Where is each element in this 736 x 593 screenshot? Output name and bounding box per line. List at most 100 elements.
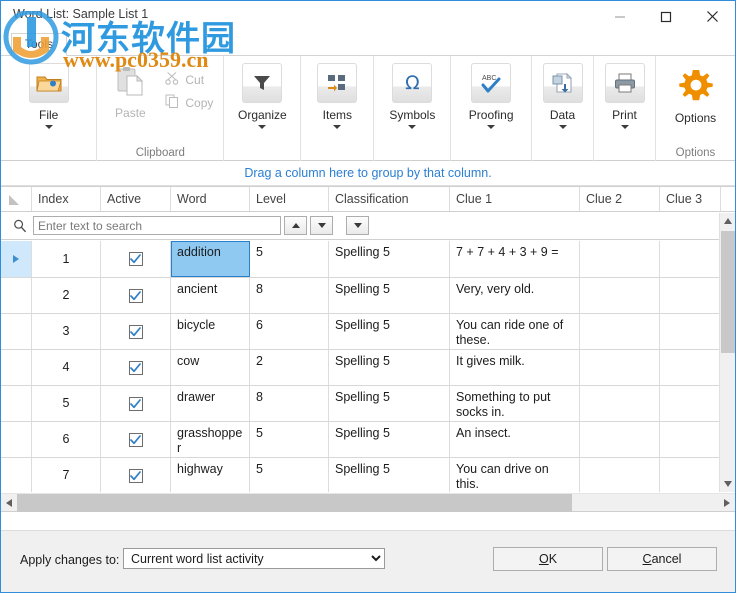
cell-word[interactable]: addition xyxy=(171,241,250,277)
cell-active-checkbox[interactable] xyxy=(101,241,171,277)
row-indicator-cell[interactable] xyxy=(1,314,32,349)
search-next-button[interactable] xyxy=(310,216,333,235)
column-header-classification[interactable]: Classification xyxy=(329,187,450,211)
row-indicator-cell[interactable] xyxy=(1,422,32,457)
cell-clue2[interactable] xyxy=(580,458,660,492)
checkbox-icon[interactable] xyxy=(128,468,143,483)
chevron-down-icon[interactable] xyxy=(258,125,267,129)
proofing-button[interactable]: ABC Proofing xyxy=(457,56,525,161)
cell-active-checkbox[interactable] xyxy=(101,422,171,457)
cell-clue3[interactable] xyxy=(660,386,721,421)
vertical-scrollbar-thumb[interactable] xyxy=(721,231,735,353)
cell-level[interactable]: 8 xyxy=(250,386,329,421)
cell-clue2[interactable] xyxy=(580,422,660,457)
cell-level[interactable]: 5 xyxy=(250,241,329,277)
cell-clue3[interactable] xyxy=(660,241,721,277)
horizontal-scrollbar-thumb[interactable] xyxy=(17,493,572,512)
checkbox-icon[interactable] xyxy=(128,288,143,303)
column-header-index[interactable]: Index xyxy=(32,187,101,211)
table-row[interactable]: 4 cow 2 Spelling 5 It gives milk. xyxy=(1,350,735,386)
cell-clue3[interactable] xyxy=(660,350,721,385)
data-button[interactable]: Data xyxy=(534,56,591,161)
cell-clue2[interactable] xyxy=(580,314,660,349)
scroll-down-button[interactable] xyxy=(720,476,735,492)
cell-clue1[interactable]: You can drive on this. xyxy=(450,458,580,492)
cell-word[interactable]: highway xyxy=(171,458,250,492)
table-row[interactable]: 1 addition 5 Spelling 57 + 7 + 4 + 3 + 9 = xyxy=(1,241,735,278)
row-indicator-cell[interactable] xyxy=(1,278,32,313)
row-indicator-cell[interactable] xyxy=(1,350,32,385)
cell-clue2[interactable] xyxy=(580,350,660,385)
grid-horizontal-scrollbar[interactable] xyxy=(1,493,735,512)
cell-level[interactable]: 6 xyxy=(250,314,329,349)
column-header-clue3[interactable]: Clue 3 xyxy=(660,187,721,211)
cell-clue2[interactable] xyxy=(580,278,660,313)
cell-clue3[interactable] xyxy=(660,458,721,492)
cell-index[interactable]: 1 xyxy=(32,241,101,277)
cell-index[interactable]: 7 xyxy=(32,458,101,492)
cut-button[interactable]: Cut xyxy=(161,68,221,91)
cell-index[interactable]: 3 xyxy=(32,314,101,349)
chevron-down-icon[interactable] xyxy=(620,125,629,129)
column-header-clue2[interactable]: Clue 2 xyxy=(580,187,660,211)
checkbox-icon[interactable] xyxy=(128,396,143,411)
cell-word[interactable]: cow xyxy=(171,350,250,385)
close-icon[interactable] xyxy=(689,1,735,32)
table-row[interactable]: 7 highway 5 Spelling 5 You can drive on this… xyxy=(1,458,735,492)
cell-active-checkbox[interactable] xyxy=(101,386,171,421)
tab-tools[interactable]: Tools xyxy=(11,33,68,56)
cancel-button[interactable]: Cancel xyxy=(607,547,717,571)
cell-clue1[interactable]: 7 + 7 + 4 + 3 + 9 = xyxy=(450,241,580,277)
cell-clue2[interactable] xyxy=(580,386,660,421)
row-indicator-cell[interactable] xyxy=(1,241,32,277)
cell-index[interactable]: 6 xyxy=(32,422,101,457)
grid-vertical-scrollbar[interactable] xyxy=(719,213,735,492)
cell-active-checkbox[interactable] xyxy=(101,458,171,492)
checkbox-icon[interactable] xyxy=(128,360,143,375)
cell-index[interactable]: 4 xyxy=(32,350,101,385)
checkbox-icon[interactable] xyxy=(128,324,143,339)
row-indicator-cell[interactable] xyxy=(1,458,32,492)
chevron-down-icon[interactable] xyxy=(558,125,567,129)
scroll-right-button[interactable] xyxy=(719,498,735,507)
chevron-down-icon[interactable] xyxy=(44,125,53,129)
cell-active-checkbox[interactable] xyxy=(101,350,171,385)
cell-active-checkbox[interactable] xyxy=(101,278,171,313)
cell-clue1[interactable]: Something to put socks in. xyxy=(450,386,580,421)
cell-clue2[interactable] xyxy=(580,241,660,277)
cell-classification[interactable]: Spelling 5 xyxy=(329,314,450,349)
column-header-word[interactable]: Word xyxy=(171,187,250,211)
symbols-button[interactable]: Ω Symbols xyxy=(378,56,446,161)
organize-button[interactable]: Organize xyxy=(228,56,296,161)
column-header-active[interactable]: Active xyxy=(101,187,171,211)
cell-classification[interactable]: Spelling 5 xyxy=(329,458,450,492)
cell-classification[interactable]: Spelling 5 xyxy=(329,422,450,457)
column-header-clue1[interactable]: Clue 1 xyxy=(450,187,580,211)
cell-clue3[interactable] xyxy=(660,278,721,313)
cell-level[interactable]: 8 xyxy=(250,278,329,313)
checkbox-icon[interactable] xyxy=(128,252,143,266)
column-header-level[interactable]: Level xyxy=(250,187,329,211)
cell-clue1[interactable]: An insect. xyxy=(450,422,580,457)
search-previous-button[interactable] xyxy=(284,216,307,235)
grid-corner-cell[interactable] xyxy=(1,187,32,211)
cell-word[interactable]: grasshopper xyxy=(171,422,250,457)
group-by-panel[interactable]: Drag a column here to group by that colu… xyxy=(1,161,735,186)
cell-clue1[interactable]: Very, very old. xyxy=(450,278,580,313)
minimize-icon[interactable] xyxy=(597,1,643,32)
items-button[interactable]: Items xyxy=(303,56,371,161)
cell-clue3[interactable] xyxy=(660,422,721,457)
cell-classification[interactable]: Spelling 5 xyxy=(329,386,450,421)
cell-active-checkbox[interactable] xyxy=(101,314,171,349)
ok-button[interactable]: OK xyxy=(493,547,603,571)
table-row[interactable]: 6 grasshopper 5 Spelling 5 An insect. xyxy=(1,422,735,458)
table-row[interactable]: 2 ancient 8 Spelling 5 Very, very old. xyxy=(1,278,735,314)
cell-level[interactable]: 2 xyxy=(250,350,329,385)
print-button[interactable]: Print xyxy=(596,56,653,161)
cell-classification[interactable]: Spelling 5 xyxy=(329,241,450,277)
cell-clue1[interactable]: It gives milk. xyxy=(450,350,580,385)
row-indicator-cell[interactable] xyxy=(1,386,32,421)
cell-index[interactable]: 5 xyxy=(32,386,101,421)
cell-level[interactable]: 5 xyxy=(250,458,329,492)
horizontal-scrollbar-track[interactable] xyxy=(17,493,719,512)
